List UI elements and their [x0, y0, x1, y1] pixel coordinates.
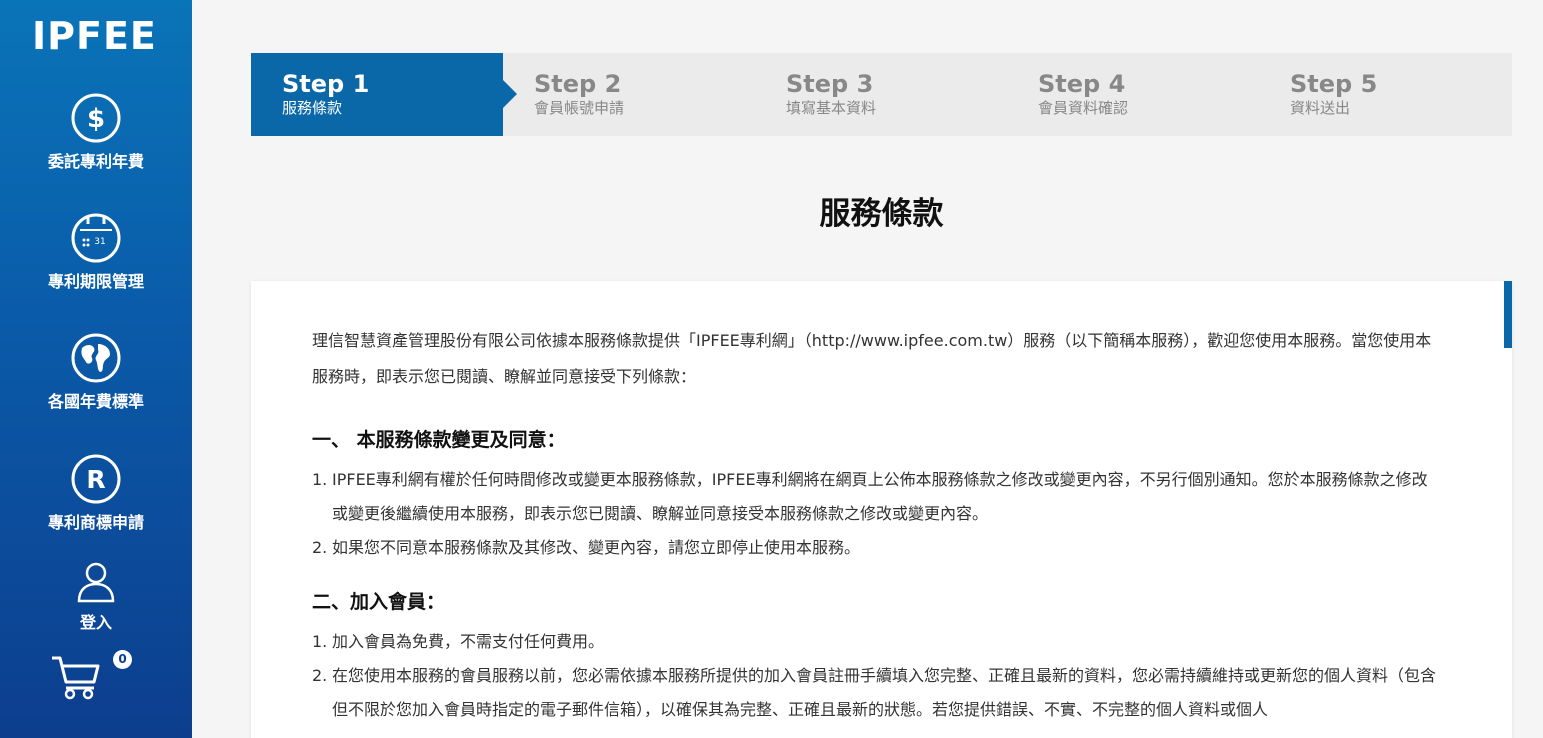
- calendar-clock-icon: 31: [71, 213, 121, 263]
- terms-card: 理信智慧資產管理股份有限公司依據本服務條款提供「IPFEE專利網」（http:/…: [251, 281, 1512, 738]
- page-title: 服務條款: [819, 196, 944, 232]
- list-item-text: 加入會員為免費，不需支付任何費用。: [332, 632, 605, 651]
- section-list: 1. 加入會員為免費，不需支付任何費用。 2. 在您使用本服務的會員服務以前，您必需…: [312, 625, 1437, 727]
- svg-text:31: 31: [94, 237, 105, 247]
- step-name: 填寫基本資料: [786, 99, 877, 117]
- sidebar-item-deadline-management[interactable]: 31 專利期限管理: [0, 212, 192, 292]
- list-item: 1. IPFEE專利網有權於任何時間修改或變更本服務條款，IPFEE專利網將在網頁…: [312, 470, 1428, 523]
- sidebar-item-label: 各國年費標準: [47, 392, 144, 411]
- section-list: 1. IPFEE專利網有權於任何時間修改或變更本服務條款，IPFEE專利網將在網頁…: [312, 463, 1437, 565]
- registered-mark-icon: R: [71, 454, 121, 504]
- section-heading: 一、 本服務條款變更及同意：: [312, 429, 566, 451]
- sidebar-item-patent-annuity[interactable]: $ 委託專利年費: [0, 92, 192, 172]
- step-name: 服務條款: [282, 99, 343, 117]
- brand-logo[interactable]: IPFEE: [32, 14, 157, 58]
- svg-text:R: R: [86, 465, 105, 494]
- step-number: Step 3: [786, 70, 874, 98]
- step-number: Step 2: [534, 70, 622, 98]
- cart-count-badge: 0: [113, 650, 132, 669]
- step-number: Step 5: [1290, 70, 1378, 98]
- step-number: Step 4: [1038, 70, 1126, 98]
- dollar-circle-icon: $: [71, 93, 121, 143]
- scrollbar-thumb[interactable]: [1504, 281, 1512, 348]
- list-item: 2. 在您使用本服務的會員服務以前，您必需依據本服務所提供的加入會員註冊手續填入您…: [312, 666, 1437, 719]
- step-5: Step 5 資料送出: [1259, 53, 1511, 136]
- list-item-text: 如果您不同意本服務條款及其修改、變更內容，請您立即停止使用本服務。: [332, 538, 861, 557]
- globe-icon: [71, 333, 121, 383]
- terms-content: 理信智慧資產管理股份有限公司依據本服務條款提供「IPFEE專利網」（http:/…: [312, 323, 1437, 738]
- step-name: 資料送出: [1290, 99, 1351, 117]
- sidebar: IPFEE $ 委託專利年費 31 專利期限管理 各國年費標準 R 專利商標申請…: [0, 0, 192, 738]
- sidebar-item-login[interactable]: 登入: [0, 561, 192, 633]
- sidebar-item-patent-trademark-application[interactable]: R 專利商標申請: [0, 453, 192, 533]
- sidebar-item-label: 專利期限管理: [47, 272, 144, 291]
- step-progress-bar: Step 1 服務條款 Step 2 會員帳號申請 Step 3 填寫基本資料 …: [251, 53, 1512, 136]
- sidebar-item-label: 登入: [79, 613, 112, 632]
- step-number: Step 1: [282, 70, 370, 98]
- user-icon: [77, 562, 115, 603]
- step-4: Step 4 會員資料確認: [1007, 53, 1259, 136]
- list-item: 1. 加入會員為免費，不需支付任何費用。: [312, 632, 605, 651]
- cart-button[interactable]: [0, 654, 172, 700]
- list-item: 2. 如果您不同意本服務條款及其修改、變更內容，請您立即停止使用本服務。: [312, 538, 861, 557]
- sidebar-item-label: 委託專利年費: [47, 152, 144, 171]
- list-item-text: IPFEE專利網有權於任何時間修改或變更本服務條款，IPFEE專利網將在網頁上公…: [332, 470, 1428, 523]
- step-name: 會員帳號申請: [534, 99, 625, 117]
- sidebar-item-annuity-standards[interactable]: 各國年費標準: [0, 332, 192, 412]
- list-item-text: 在您使用本服務的會員服務以前，您必需依據本服務所提供的加入會員註冊手續填入您完整…: [332, 666, 1437, 719]
- terms-intro: 理信智慧資產管理股份有限公司依據本服務條款提供「IPFEE專利網」（http:/…: [312, 331, 1432, 386]
- step-2: Step 2 會員帳號申請: [503, 53, 755, 136]
- step-name: 會員資料確認: [1038, 99, 1129, 117]
- sidebar-item-label: 專利商標申請: [47, 513, 144, 532]
- step-3: Step 3 填寫基本資料: [755, 53, 1007, 136]
- svg-text:$: $: [87, 104, 105, 134]
- step-1: Step 1 服務條款: [251, 53, 517, 136]
- section-heading: 二、加入會員：: [312, 591, 446, 613]
- cart-icon: [52, 656, 100, 700]
